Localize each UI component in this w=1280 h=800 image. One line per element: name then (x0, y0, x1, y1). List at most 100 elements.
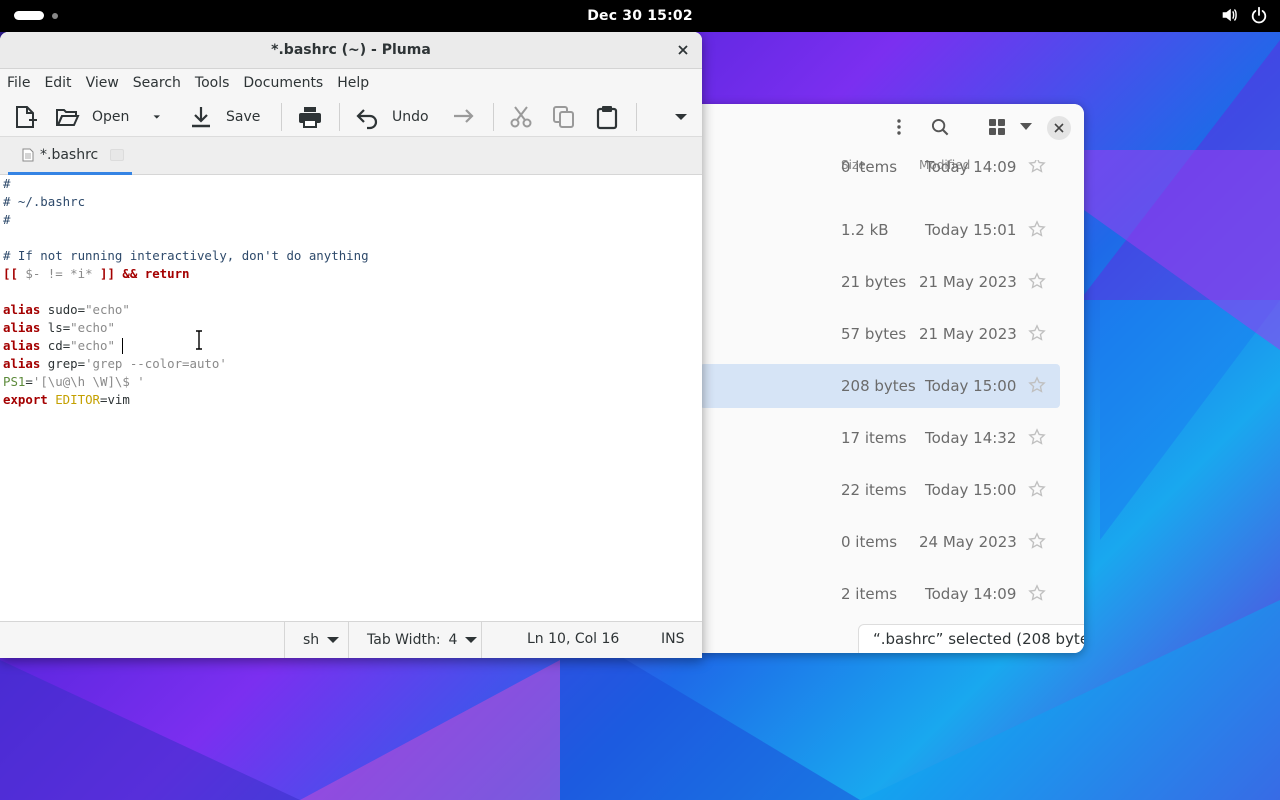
file-size: 21 bytes (841, 273, 907, 291)
file-manager-window[interactable]: Size Modified 0 items Today 14:09 1.2 kB To… (700, 104, 1084, 653)
search-icon[interactable] (929, 116, 951, 138)
cursor-position: Ln 10, Col 16 (527, 631, 620, 647)
close-button[interactable] (674, 41, 692, 59)
print-button[interactable] (297, 103, 323, 131)
undo-label: Undo (392, 109, 429, 125)
star-icon[interactable] (1028, 532, 1046, 550)
file-row[interactable]: 22 items Today 15:00 (700, 468, 1060, 512)
code-line: [[ $- != *i* ]] && return (3, 266, 190, 281)
code-line: # (3, 212, 11, 227)
file-manager-headerbar (700, 104, 1084, 150)
status-separator (481, 622, 482, 658)
file-size: 1.2 kB (841, 221, 889, 239)
star-icon[interactable] (1028, 220, 1046, 238)
tab-close-button[interactable] (110, 148, 125, 161)
printer-icon (299, 107, 321, 128)
language-selector[interactable]: sh (284, 622, 348, 658)
toolbar: Open Save Undo (0, 97, 702, 137)
undo-button[interactable]: Undo (354, 103, 429, 131)
star-icon[interactable] (1028, 324, 1046, 342)
save-icon (192, 107, 210, 128)
file-row[interactable]: 0 items Today 14:09 (700, 160, 1060, 184)
pluma-window[interactable]: *.bashrc (~) - Pluma File Edit View Sear… (0, 32, 702, 658)
open-label: Open (92, 109, 130, 125)
code-line: PS1='[\u@\h \W]\$ ' (3, 374, 145, 389)
file-modified: Today 14:09 (925, 160, 1017, 176)
more-options-icon[interactable] (888, 116, 910, 138)
file-row[interactable]: 208 bytes Today 15:00 (700, 364, 1060, 408)
close-icon (678, 45, 688, 55)
menu-bar: File Edit View Search Tools Documents He… (0, 69, 702, 97)
recent-files-dropdown[interactable] (153, 103, 167, 131)
file-row[interactable]: 2 items Today 14:09 (700, 572, 1060, 616)
code-line: export EDITOR=vim (3, 392, 130, 407)
scissors-icon (510, 106, 532, 128)
text-cursor (122, 338, 123, 354)
menu-edit[interactable]: Edit (44, 75, 78, 91)
mouse-ibeam-cursor (196, 330, 202, 350)
file-size: 2 items (841, 585, 898, 603)
star-icon[interactable] (1028, 272, 1046, 290)
file-size: 208 bytes (841, 377, 916, 395)
volume-icon (1222, 8, 1237, 22)
menu-file[interactable]: File (7, 75, 37, 91)
language-label: sh (303, 632, 320, 648)
copy-icon (553, 106, 574, 128)
file-modified: Today 15:00 (925, 377, 1017, 395)
file-size: 0 items (841, 160, 898, 176)
code-line: alias sudo="echo" (3, 302, 130, 317)
star-icon[interactable] (1028, 160, 1046, 174)
code-line: # ~/.bashrc (3, 194, 86, 209)
file-row[interactable]: 21 bytes 21 May 2023 (700, 260, 1060, 304)
close-icon (1054, 123, 1064, 133)
code-line: alias cd="echo" (3, 338, 115, 353)
save-button[interactable]: Save (188, 103, 260, 131)
file-row[interactable]: 1.2 kB Today 15:01 (700, 208, 1060, 252)
menu-help[interactable]: Help (337, 75, 376, 91)
close-button[interactable] (1047, 116, 1071, 140)
file-modified: 21 May 2023 (919, 273, 1017, 291)
tab-width-selector[interactable]: Tab Width: 4 (348, 622, 481, 658)
paste-button[interactable] (594, 103, 620, 131)
workspace-indicator-active (14, 11, 44, 20)
chevron-down-icon (327, 637, 340, 643)
cut-button[interactable] (508, 103, 534, 131)
menu-tools[interactable]: Tools (195, 75, 237, 91)
menu-view[interactable]: View (86, 75, 126, 91)
toolbar-overflow-button[interactable] (674, 103, 688, 131)
star-icon[interactable] (1028, 480, 1046, 498)
menu-documents[interactable]: Documents (243, 75, 330, 91)
menu-search[interactable]: Search (133, 75, 188, 91)
star-icon[interactable] (1028, 584, 1046, 602)
text-editor[interactable]: # # ~/.bashrc # # If not running interac… (0, 175, 702, 621)
selection-status: “.bashrc” selected (208 bytes) (858, 624, 1084, 653)
star-icon[interactable] (1028, 428, 1046, 446)
star-icon[interactable] (1028, 376, 1046, 394)
power-icon (1251, 6, 1267, 24)
clipboard-icon (596, 106, 618, 130)
file-row[interactable]: 0 items 24 May 2023 (700, 520, 1060, 564)
activities-button[interactable] (14, 11, 58, 20)
redo-button[interactable] (450, 103, 476, 131)
text-file-icon (22, 148, 34, 161)
file-row[interactable]: 57 bytes 21 May 2023 (700, 312, 1060, 356)
system-tray[interactable] (1220, 6, 1268, 24)
file-size: 57 bytes (841, 325, 907, 343)
file-modified: Today 15:01 (925, 221, 1017, 239)
clock[interactable]: Dec 30 15:02 (587, 8, 693, 24)
toolbar-separator (339, 103, 340, 131)
toolbar-separator (493, 103, 494, 131)
open-button[interactable]: Open (54, 103, 129, 131)
grid-view-icon[interactable] (986, 116, 1008, 138)
code-line: alias grep='grep --color=auto' (3, 356, 227, 371)
file-size: 17 items (841, 429, 907, 447)
code-line: alias ls="echo" (3, 320, 115, 335)
undo-icon (356, 109, 378, 130)
view-options-dropdown-icon[interactable] (1015, 116, 1037, 138)
new-document-button[interactable] (12, 103, 38, 131)
toolbar-separator (281, 103, 282, 131)
file-row[interactable]: 17 items Today 14:32 (700, 416, 1060, 460)
copy-button[interactable] (551, 103, 577, 131)
tab-bashrc[interactable]: *.bashrc (8, 137, 132, 175)
window-titlebar[interactable]: *.bashrc (~) - Pluma (0, 32, 702, 69)
